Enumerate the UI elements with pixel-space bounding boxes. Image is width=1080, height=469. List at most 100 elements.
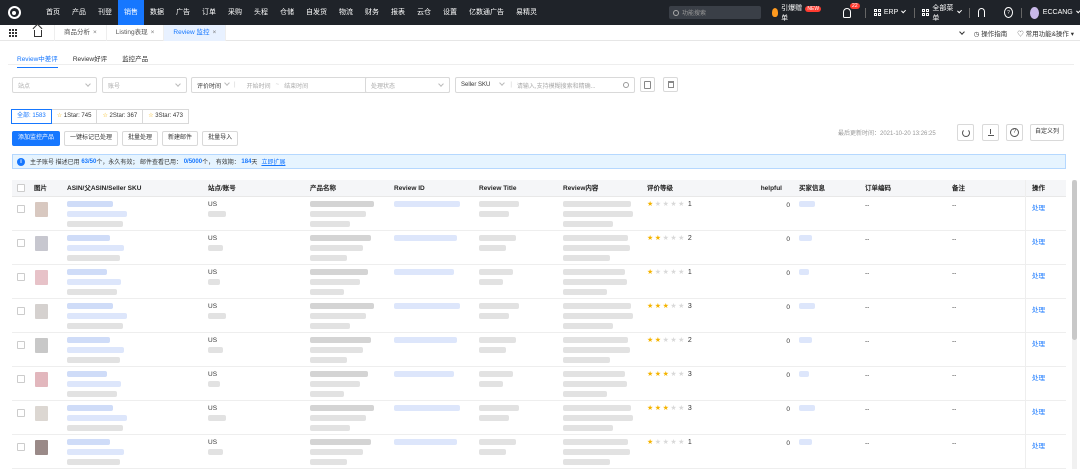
process-link[interactable]: 处理 xyxy=(1032,236,1045,246)
subtab[interactable]: Review好评 xyxy=(73,53,107,63)
buyer-info-link[interactable] xyxy=(799,405,815,411)
product-thumbnail[interactable] xyxy=(35,202,48,217)
sku-search-input[interactable]: 请输入,支持模糊搜索和精确... xyxy=(517,81,596,90)
review-id-link[interactable] xyxy=(394,201,460,207)
bell-icon[interactable]: 22 xyxy=(843,2,860,18)
product-thumbnail[interactable] xyxy=(35,338,48,353)
avatar[interactable] xyxy=(1029,6,1039,19)
nav-item[interactable]: 物流 xyxy=(333,0,359,25)
erp-switch[interactable]: ERP xyxy=(884,9,898,16)
process-link[interactable]: 处理 xyxy=(1032,406,1045,416)
row-checkbox[interactable] xyxy=(17,239,25,247)
page-tab[interactable]: Review 监控 × xyxy=(164,24,227,41)
page-tab[interactable]: Listing表现 × xyxy=(107,24,165,41)
scrollbar-thumb[interactable] xyxy=(1072,180,1077,340)
row-checkbox[interactable] xyxy=(17,409,25,417)
process-link[interactable]: 处理 xyxy=(1032,372,1045,382)
row-checkbox[interactable] xyxy=(17,443,25,451)
process-link[interactable]: 处理 xyxy=(1032,338,1045,348)
close-icon[interactable]: × xyxy=(213,29,217,36)
action-button[interactable]: 新建邮件 xyxy=(162,131,199,146)
apps-icon[interactable] xyxy=(9,28,17,37)
nav-item[interactable]: 财务 xyxy=(359,0,385,25)
buyer-info-link[interactable] xyxy=(799,337,812,343)
row-checkbox[interactable] xyxy=(17,273,25,281)
product-thumbnail[interactable] xyxy=(35,372,48,387)
product-thumbnail[interactable] xyxy=(35,304,48,319)
row-checkbox[interactable] xyxy=(17,375,25,383)
row-checkbox[interactable] xyxy=(17,205,25,213)
process-link[interactable]: 处理 xyxy=(1032,270,1045,280)
date-type-select[interactable]: 评价时间 xyxy=(197,81,221,90)
action-button[interactable]: 添加监控产品 xyxy=(12,131,61,146)
process-link[interactable]: 处理 xyxy=(1032,304,1045,314)
home-icon[interactable] xyxy=(34,30,42,37)
action-button[interactable]: 一键标记已处理 xyxy=(64,131,119,146)
star-tab[interactable]: 全部: 1583 xyxy=(11,109,52,124)
sku-search[interactable]: Seller SKU | 请输入,支持模糊搜索和精确... xyxy=(455,77,635,93)
user-name[interactable]: ECCANG xyxy=(1043,9,1073,16)
select-all-checkbox[interactable] xyxy=(17,184,25,192)
nav-item[interactable]: 仓储 xyxy=(274,0,300,25)
refresh-button[interactable] xyxy=(957,124,974,141)
function-search-input[interactable]: 功能搜索 xyxy=(669,6,761,19)
nav-item[interactable]: 云仓 xyxy=(411,0,437,25)
asin-link[interactable] xyxy=(67,269,107,275)
start-date-input[interactable]: 开始时间 xyxy=(247,81,271,90)
nav-item[interactable]: 采购 xyxy=(222,0,248,25)
nav-item[interactable]: 首页 xyxy=(40,0,66,25)
subtab[interactable]: 监控产品 xyxy=(122,53,148,63)
star-tab[interactable]: ☆ 2Star: 367 xyxy=(96,109,144,124)
row-checkbox[interactable] xyxy=(17,307,25,315)
nav-item[interactable]: 订单 xyxy=(196,0,222,25)
action-button[interactable]: 批量导入 xyxy=(202,131,239,146)
nav-item[interactable]: 亿数通广告 xyxy=(463,0,510,25)
star-tab[interactable]: ☆ 1Star: 745 xyxy=(50,109,98,124)
asin-link[interactable] xyxy=(67,337,110,343)
headset-icon[interactable] xyxy=(977,8,986,17)
nav-item[interactable]: 报表 xyxy=(385,0,411,25)
review-id-link[interactable] xyxy=(394,405,460,411)
nav-item[interactable]: 产品 xyxy=(66,0,92,25)
product-thumbnail[interactable] xyxy=(35,440,48,455)
guide-link[interactable]: ◷ 操作指南 xyxy=(974,28,1007,38)
review-id-link[interactable] xyxy=(394,439,457,445)
asin-link[interactable] xyxy=(67,303,113,309)
review-id-link[interactable] xyxy=(394,269,454,275)
buyer-info-link[interactable] xyxy=(799,235,812,241)
subtab[interactable]: Review中差评 xyxy=(17,53,58,68)
process-link[interactable]: 处理 xyxy=(1032,202,1045,212)
expand-link[interactable]: 立即扩展 xyxy=(261,157,285,166)
product-thumbnail[interactable] xyxy=(35,406,48,421)
close-icon[interactable]: × xyxy=(93,29,97,36)
end-date-input[interactable]: 结束时间 xyxy=(284,81,308,90)
buyer-info-link[interactable] xyxy=(799,303,815,309)
review-id-link[interactable] xyxy=(394,303,460,309)
nav-item[interactable]: 销售 xyxy=(118,0,144,25)
review-id-link[interactable] xyxy=(394,337,457,343)
star-tab[interactable]: ☆ 3Star: 473 xyxy=(142,109,189,124)
close-icon[interactable]: × xyxy=(151,29,155,36)
export-sheet-button[interactable] xyxy=(640,77,655,92)
nav-item[interactable]: 广告 xyxy=(170,0,196,25)
buyer-info-link[interactable] xyxy=(799,269,809,275)
help-circle-icon[interactable]: ? xyxy=(1004,7,1013,18)
buyer-info-link[interactable] xyxy=(799,201,815,207)
status-select[interactable]: 处理状态 xyxy=(365,77,450,93)
clear-filter-button[interactable] xyxy=(663,77,678,92)
nav-item[interactable]: 易精灵 xyxy=(510,0,543,25)
product-thumbnail[interactable] xyxy=(35,270,48,285)
row-checkbox[interactable] xyxy=(17,341,25,349)
buyer-info-link[interactable] xyxy=(799,371,809,377)
site-select[interactable]: 站点 xyxy=(12,77,97,93)
sku-type-select[interactable]: Seller SKU xyxy=(461,82,490,88)
nav-item[interactable]: 刊登 xyxy=(92,0,118,25)
custom-columns-button[interactable]: 自定义列 xyxy=(1030,124,1065,141)
buyer-info-link[interactable] xyxy=(799,439,812,445)
account-select[interactable]: 账号 xyxy=(102,77,187,93)
review-id-link[interactable] xyxy=(394,371,454,377)
promo-link[interactable]: 引爆赠单 xyxy=(781,3,802,23)
asin-link[interactable] xyxy=(67,201,113,207)
download-button[interactable] xyxy=(982,124,999,141)
asin-link[interactable] xyxy=(67,439,110,445)
